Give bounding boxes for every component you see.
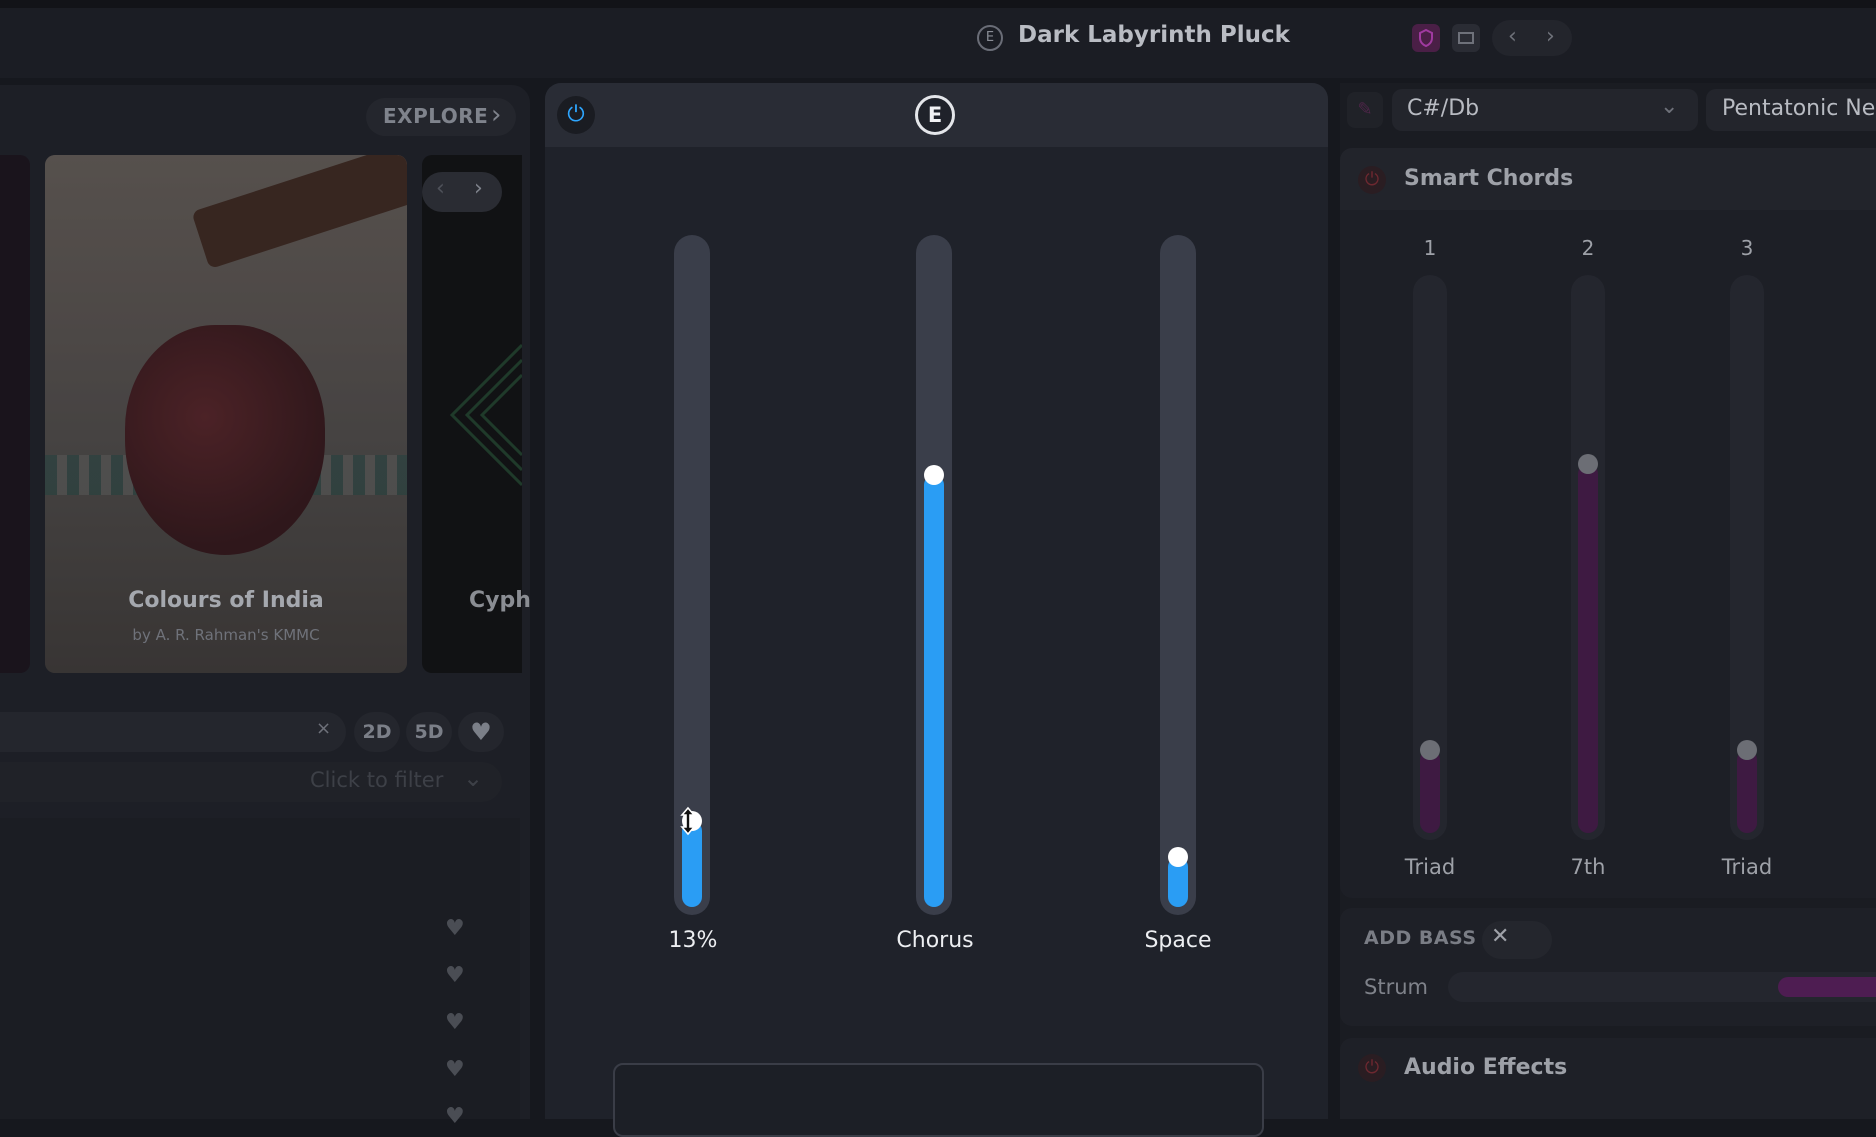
- chord-slider-fill: [1420, 750, 1440, 833]
- chord-slider-knob[interactable]: [1578, 453, 1598, 474]
- close-icon[interactable]: ✕: [1491, 924, 1509, 949]
- favorite-heart-icon[interactable]: ♥: [445, 1104, 465, 1129]
- chord-slider-3[interactable]: [1730, 275, 1764, 840]
- card-title: Colours of India: [128, 588, 324, 613]
- filter-2d-button[interactable]: 2D: [354, 712, 400, 752]
- favorite-heart-icon[interactable]: ♥: [445, 916, 465, 941]
- preset-list: [0, 818, 520, 1119]
- macro-slider-fill: [924, 475, 944, 907]
- previous-card[interactable]: [0, 155, 30, 673]
- preset-type-badge: E: [977, 25, 1003, 51]
- chevron-down-icon: ⌄: [1660, 94, 1679, 119]
- filter-5d-button[interactable]: 5D: [406, 712, 452, 752]
- explore-label: EXPLORE: [383, 104, 489, 128]
- favorites-heart-icon[interactable]: ♥: [458, 712, 504, 752]
- key-root-value: C#/Db: [1407, 96, 1480, 121]
- chevron-left-icon[interactable]: ‹: [436, 176, 445, 201]
- power-icon[interactable]: ⏻: [1358, 1054, 1386, 1082]
- audio-effects-title: Audio Effects: [1404, 1055, 1568, 1080]
- shield-icon[interactable]: [1412, 24, 1440, 52]
- card-subtitle: by A. R. Rahman's KMMC: [132, 626, 320, 644]
- chord-slider-fill: [1578, 463, 1598, 833]
- favorite-heart-icon[interactable]: ♥: [445, 1010, 465, 1035]
- card-nav: [422, 172, 502, 212]
- chevron-right-icon: ›: [491, 100, 502, 130]
- chord-type-label: 7th: [1570, 855, 1606, 879]
- favorite-heart-icon[interactable]: ♥: [445, 963, 465, 988]
- macro-slider-space[interactable]: [1160, 235, 1196, 915]
- chord-number: 3: [1740, 236, 1754, 260]
- chord-type-label: Triad: [1721, 855, 1773, 879]
- strum-slider-fill: [1778, 977, 1876, 997]
- clear-search-icon[interactable]: ×: [316, 718, 331, 739]
- chevron-right-icon[interactable]: ›: [474, 176, 483, 201]
- card-title: Cyph: [469, 588, 531, 613]
- favorite-heart-icon[interactable]: ♥: [445, 1057, 465, 1082]
- macro-slider-chorus[interactable]: [916, 235, 952, 915]
- power-icon[interactable]: ⏻: [557, 96, 595, 134]
- chord-number: 2: [1581, 236, 1595, 260]
- preset-name[interactable]: Dark Labyrinth Pluck: [1018, 22, 1290, 48]
- chevron-left-icon[interactable]: ‹: [1508, 24, 1517, 49]
- preset-type-icon[interactable]: [1452, 24, 1480, 52]
- macro-label-1: 13%: [668, 928, 718, 953]
- resize-cursor-icon: [680, 806, 696, 835]
- macro-label-space: Space: [1144, 928, 1212, 953]
- macro-badge: E: [915, 95, 955, 135]
- power-icon[interactable]: ⏻: [1358, 166, 1386, 194]
- search-input[interactable]: [0, 712, 346, 752]
- strum-label: Strum: [1364, 975, 1428, 999]
- chord-number: 1: [1423, 236, 1437, 260]
- filter-placeholder: Click to filter: [310, 768, 444, 792]
- smart-chords-title: Smart Chords: [1404, 166, 1574, 191]
- add-bass-card: [1340, 908, 1876, 1026]
- chord-slider-2[interactable]: [1571, 275, 1605, 840]
- chevron-down-icon: ⌄: [463, 764, 484, 792]
- chord-type-label: Triad: [1404, 855, 1456, 879]
- chevron-right-icon[interactable]: ›: [1546, 24, 1555, 49]
- macro-label-chorus: Chorus: [896, 928, 974, 953]
- scale-value: Pentatonic Ne: [1722, 96, 1876, 121]
- chord-slider-fill: [1737, 750, 1757, 833]
- add-bass-label: ADD BASS: [1364, 927, 1477, 949]
- pencil-icon[interactable]: ✎: [1347, 92, 1383, 128]
- chord-slider-1[interactable]: [1413, 275, 1447, 840]
- preset-nav: [1492, 20, 1572, 56]
- top-bar: [0, 0, 1876, 78]
- macro-bottom-panel: [613, 1063, 1264, 1137]
